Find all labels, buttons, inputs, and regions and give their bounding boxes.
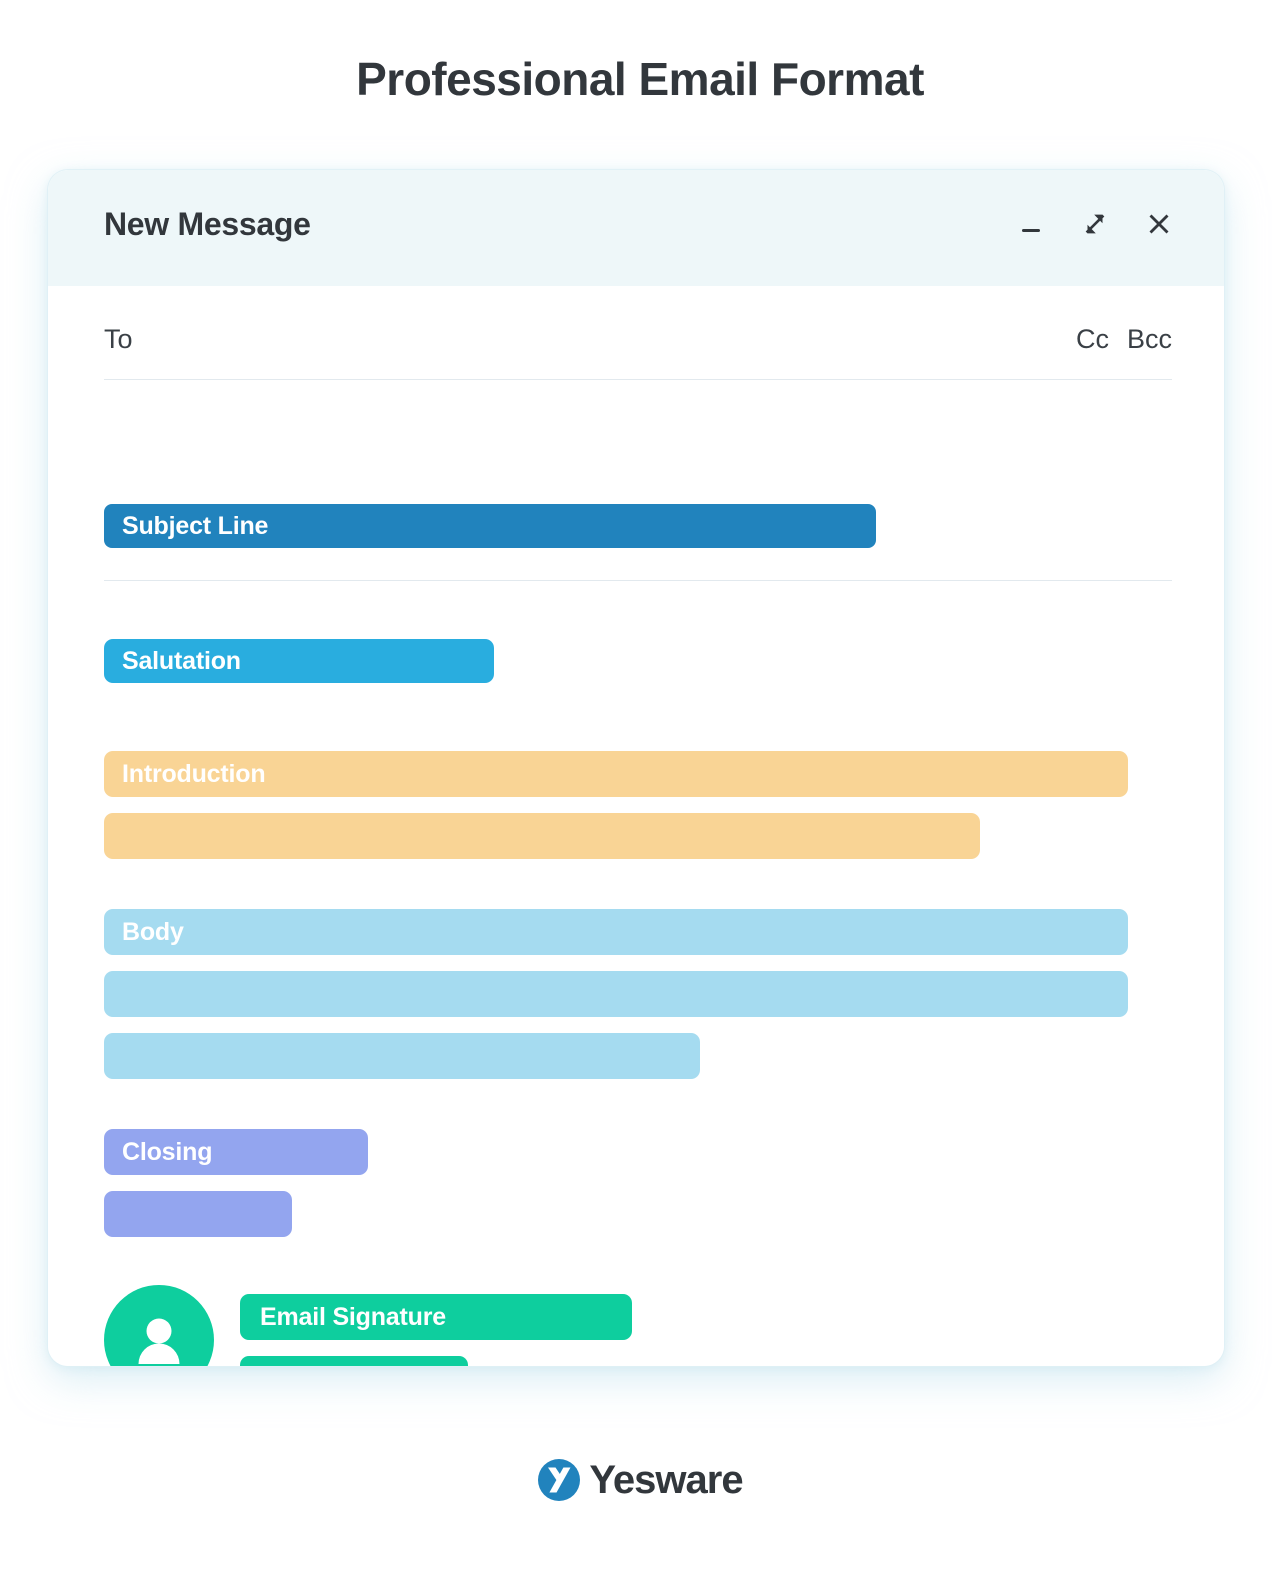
closing-bar[interactable]: Closing [104, 1129, 368, 1175]
to-field-divider [104, 379, 1172, 380]
signature-bars: Email Signature [240, 1285, 632, 1366]
page-title: Professional Email Format [356, 53, 924, 105]
brand-name: Yesware [589, 1458, 743, 1502]
cc-bcc-group: Cc Bcc [1076, 324, 1172, 355]
minimize-icon [1022, 229, 1040, 232]
cc-toggle[interactable]: Cc [1076, 324, 1109, 355]
email-signature-bar-filler [240, 1356, 468, 1366]
window-controls [1012, 202, 1178, 246]
subject-field-divider [104, 580, 1172, 581]
avatar [104, 1285, 214, 1366]
person-avatar-icon [138, 1318, 180, 1364]
introduction-bar[interactable]: Introduction [104, 751, 1128, 797]
email-signature-bar[interactable]: Email Signature [240, 1294, 632, 1340]
email-signature-block: Email Signature [104, 1285, 632, 1366]
compose-window-body: To Cc Bcc Subject Line Salutation Introd… [48, 286, 1224, 1366]
expand-icon [1085, 214, 1105, 234]
close-icon [1149, 214, 1169, 234]
yesware-logo-icon [538, 1459, 581, 1501]
email-compose-window: New Message To Cc Bcc Subject Line Salut… [48, 170, 1224, 1366]
body-bar[interactable]: Body [104, 909, 1128, 955]
compose-window-header: New Message [48, 170, 1224, 286]
body-bar-filler-2 [104, 1033, 700, 1079]
expand-button[interactable] [1076, 202, 1114, 246]
close-button[interactable] [1140, 202, 1178, 246]
compose-window-title: New Message [104, 206, 311, 242]
minimize-button[interactable] [1012, 202, 1050, 246]
to-field-label[interactable]: To [104, 324, 133, 355]
footer-brand: Yesware [0, 1458, 1280, 1502]
bcc-toggle[interactable]: Bcc [1127, 324, 1172, 355]
body-bar-filler-1 [104, 971, 1128, 1017]
page-root: Professional Email Format New Message To… [0, 0, 1280, 1584]
subject-line-bar[interactable]: Subject Line [104, 504, 876, 548]
salutation-bar[interactable]: Salutation [104, 639, 494, 683]
closing-bar-filler [104, 1191, 292, 1237]
introduction-bar-filler [104, 813, 980, 859]
recipient-row: To Cc Bcc [104, 324, 1172, 355]
